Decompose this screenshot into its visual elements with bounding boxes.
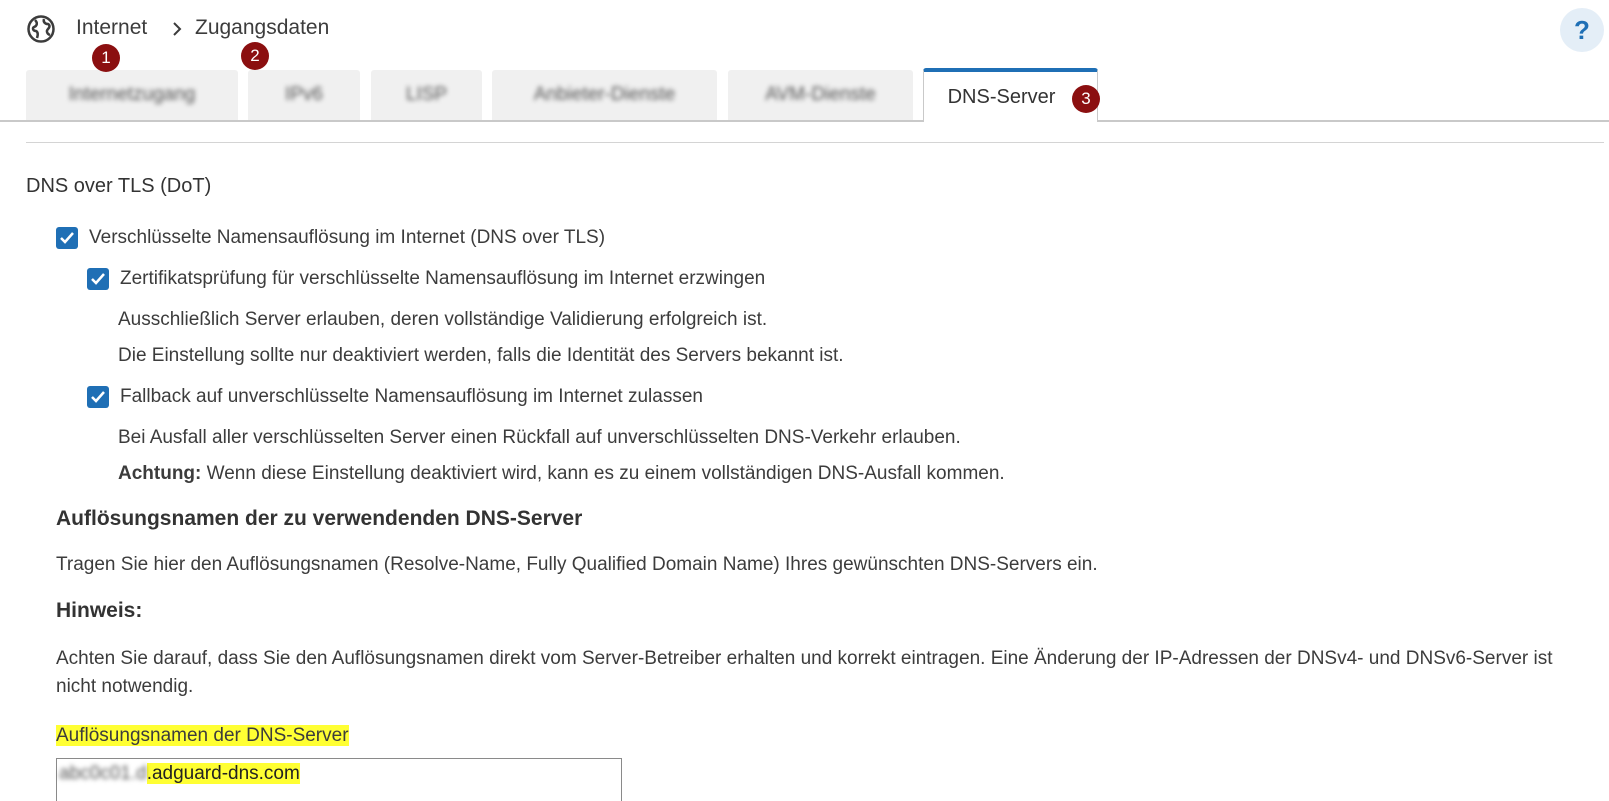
check-icon [60, 232, 74, 244]
fallback-label[interactable]: Fallback auf unverschlüsselte Namensaufl… [120, 386, 703, 408]
dot-enable-label[interactable]: Verschlüsselte Namensauflösung im Intern… [89, 227, 605, 249]
note-heading: Hinweis: [56, 599, 143, 622]
breadcrumb-internet[interactable]: Internet [76, 16, 147, 40]
input-value-redacted: abc0c01.d [59, 763, 147, 784]
warning-text: Wenn diese Einstellung deaktiviert wird,… [201, 463, 1005, 484]
annotation-marker-1: 1 [92, 44, 120, 72]
tab-label: AVM-Dienste [765, 84, 876, 105]
breadcrumb-zugangsdaten: Zugangsdaten [195, 16, 330, 39]
tab-underline [0, 120, 1609, 122]
cert-check-help: Ausschließlich Server erlauben, deren vo… [118, 309, 768, 330]
tab-avm-dienste[interactable]: AVM-Dienste [728, 70, 913, 120]
annotation-marker-3: 3 [1072, 85, 1100, 113]
input-value-domain: .adguard-dns.com [146, 763, 300, 784]
annotation-marker-2: 2 [241, 42, 269, 70]
tab-label: LISP [405, 84, 448, 105]
tab-label: IPv6 [284, 84, 324, 105]
dot-enable-checkbox[interactable] [56, 227, 78, 249]
resolver-heading: Auflösungsnamen der zu verwendenden DNS-… [56, 507, 583, 530]
tab-label: DNS-Server [947, 85, 1056, 108]
help-button[interactable]: ? [1560, 8, 1604, 52]
check-icon [91, 273, 105, 285]
fallback-checkbox[interactable] [87, 386, 109, 408]
fallback-help: Bei Ausfall aller verschlüsselten Server… [118, 427, 961, 448]
note-text: Achten Sie darauf, dass Sie den Auflösun… [56, 648, 1553, 697]
chevron-right-icon [173, 22, 182, 36]
check-icon [91, 391, 105, 403]
warning-label: Achtung: [118, 463, 202, 484]
tab-anbieter-dienste[interactable]: Anbieter-Dienste [492, 70, 717, 120]
tab-internetzugang[interactable]: Internetzugang [26, 70, 238, 120]
field-label-text: Auflösungsnamen der DNS-Server [56, 725, 349, 746]
cert-check-checkbox[interactable] [87, 268, 109, 290]
tab-bar: Internetzugang IPv6 LISP Anbieter-Dienst… [0, 68, 1609, 122]
dns-server-input[interactable]: abc0c01.d.adguard-dns.com [56, 758, 622, 801]
fallback-warning: Achtung: Wenn diese Einstellung deaktivi… [118, 463, 1005, 485]
tab-label: Anbieter-Dienste [533, 84, 676, 105]
dns-server-field-label: Auflösungsnamen der DNS-Server [56, 725, 349, 747]
tab-label: Internetzugang [68, 84, 196, 105]
tab-lisp[interactable]: LISP [371, 70, 482, 120]
tab-ipv6[interactable]: IPv6 [248, 70, 360, 120]
section-title: DNS over TLS (DoT) [26, 175, 212, 197]
divider [26, 142, 1604, 143]
cert-check-help: Die Einstellung sollte nur deaktiviert w… [118, 345, 844, 366]
cert-check-label[interactable]: Zertifikatsprüfung für verschlüsselte Na… [120, 268, 765, 290]
globe-icon [27, 15, 55, 43]
resolver-description: Tragen Sie hier den Auflösungsnamen (Res… [56, 554, 1098, 575]
